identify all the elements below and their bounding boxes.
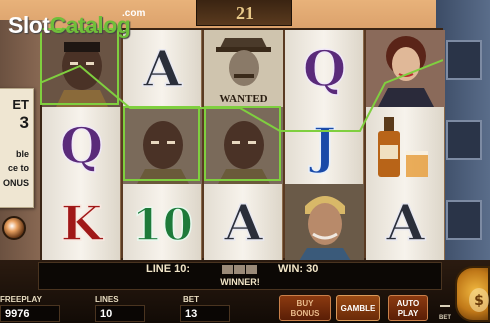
bet-small-label: BET bbox=[439, 315, 451, 321]
lines-sign-value: 21 bbox=[236, 3, 254, 23]
letter-j-icon: J bbox=[308, 115, 337, 176]
autoplay-label: AUTO bbox=[396, 299, 420, 308]
reel-5: A bbox=[366, 30, 445, 262]
blond-bandit-portrait-icon bbox=[285, 184, 364, 261]
symbol-k: K bbox=[42, 184, 121, 261]
autoplay-label: PLAY bbox=[397, 309, 419, 318]
svg-text:J: J bbox=[309, 116, 337, 175]
symbol-bandit bbox=[42, 30, 121, 107]
letter-a-icon: A bbox=[141, 38, 184, 99]
reels-grid: Q K A 10 WANTED A Q J A bbox=[40, 28, 445, 262]
freeplay-value: 9976 bbox=[0, 305, 60, 322]
symbol-lady bbox=[366, 30, 445, 107]
poster-text: ET bbox=[12, 97, 29, 112]
bandit-portrait-icon bbox=[42, 30, 121, 107]
letter-a-icon: A bbox=[384, 192, 427, 253]
reel-3: WANTED A bbox=[204, 30, 283, 262]
whiskey-bottle-icon bbox=[378, 117, 428, 177]
letter-a-icon: A bbox=[222, 192, 265, 253]
menu-round-button[interactable] bbox=[2, 216, 26, 240]
winner-text: WINNER! bbox=[220, 277, 260, 287]
letter-q-icon: Q bbox=[59, 115, 104, 176]
logo-catalog: Catalog bbox=[49, 12, 131, 38]
lines-sign: 21 bbox=[196, 0, 292, 26]
line-label: LINE 10: bbox=[146, 263, 191, 275]
bandit-portrait-icon bbox=[123, 107, 202, 184]
win-amount: WIN: 30 bbox=[278, 263, 319, 275]
wanted-poster-icon: WANTED bbox=[204, 30, 283, 107]
poster-text: ble bbox=[15, 149, 29, 159]
svg-text:K: K bbox=[61, 196, 105, 252]
logo-slot: Slot bbox=[8, 12, 50, 38]
svg-text:A: A bbox=[142, 39, 183, 98]
svg-text:10: 10 bbox=[132, 200, 193, 251]
slotcatalog-logo: SlotCatalog .com bbox=[8, 8, 148, 38]
symbol-q: Q bbox=[42, 107, 121, 184]
buy-bonus-label: BUY bbox=[296, 299, 314, 308]
lines-label: LINES bbox=[95, 295, 119, 304]
building-window bbox=[446, 120, 482, 160]
symbol-a: A bbox=[204, 184, 283, 261]
freeplay-label: FREEPLAY bbox=[0, 295, 42, 304]
wanted-label: WANTED bbox=[219, 93, 267, 105]
building-window bbox=[446, 40, 482, 80]
lady-portrait-icon bbox=[366, 30, 445, 107]
buy-bonus-label: BONUS bbox=[290, 309, 320, 318]
letter-k-icon: K bbox=[60, 195, 106, 253]
lines-value[interactable]: 10 bbox=[95, 305, 145, 322]
symbol-10: 10 bbox=[123, 184, 202, 261]
symbol-bandit-blond bbox=[285, 184, 364, 261]
poster-text: ONUS bbox=[2, 178, 29, 188]
logo-dotcom: .com bbox=[122, 8, 146, 19]
svg-text:Q: Q bbox=[303, 39, 347, 98]
reel-1: Q K bbox=[42, 30, 121, 262]
bet-label: BET bbox=[183, 295, 199, 304]
bet-value[interactable]: 13 bbox=[180, 305, 230, 322]
symbol-bandit bbox=[123, 107, 202, 184]
reel-2: A 10 bbox=[123, 30, 202, 262]
money-bag-icon: $ bbox=[469, 288, 489, 312]
buy-bonus-button[interactable]: BUY BONUS bbox=[279, 295, 331, 321]
poster-text: 3 bbox=[19, 113, 29, 132]
symbol-a: A bbox=[366, 184, 445, 261]
reel-4: Q J bbox=[285, 30, 364, 262]
symbol-j: J bbox=[285, 107, 364, 184]
svg-text:Q: Q bbox=[60, 116, 104, 175]
symbol-whiskey bbox=[366, 107, 445, 184]
svg-text:A: A bbox=[385, 193, 426, 252]
letter-q-icon: Q bbox=[302, 38, 347, 99]
symbol-bandit bbox=[204, 107, 283, 184]
building-window bbox=[446, 200, 482, 240]
symbol-a: A bbox=[123, 30, 202, 107]
svg-text:A: A bbox=[223, 193, 264, 252]
bandit-mini-icons bbox=[222, 265, 257, 274]
symbol-q: Q bbox=[285, 30, 364, 107]
autoplay-button[interactable]: AUTO PLAY bbox=[388, 295, 428, 321]
poster-text: ce to bbox=[7, 163, 29, 173]
number-10-icon: 10 bbox=[131, 199, 194, 252]
bet-poster: ET 3 ble ce to ONUS bbox=[0, 88, 34, 208]
logo-text: SlotCatalog bbox=[8, 12, 131, 39]
bandit-portrait-icon bbox=[204, 107, 283, 184]
gamble-label: GAMBLE bbox=[340, 304, 376, 313]
svg-text:$: $ bbox=[474, 293, 484, 309]
gamble-button[interactable]: GAMBLE bbox=[336, 295, 380, 321]
spin-button[interactable]: $ bbox=[455, 266, 490, 322]
symbol-wanted: WANTED bbox=[204, 30, 283, 107]
